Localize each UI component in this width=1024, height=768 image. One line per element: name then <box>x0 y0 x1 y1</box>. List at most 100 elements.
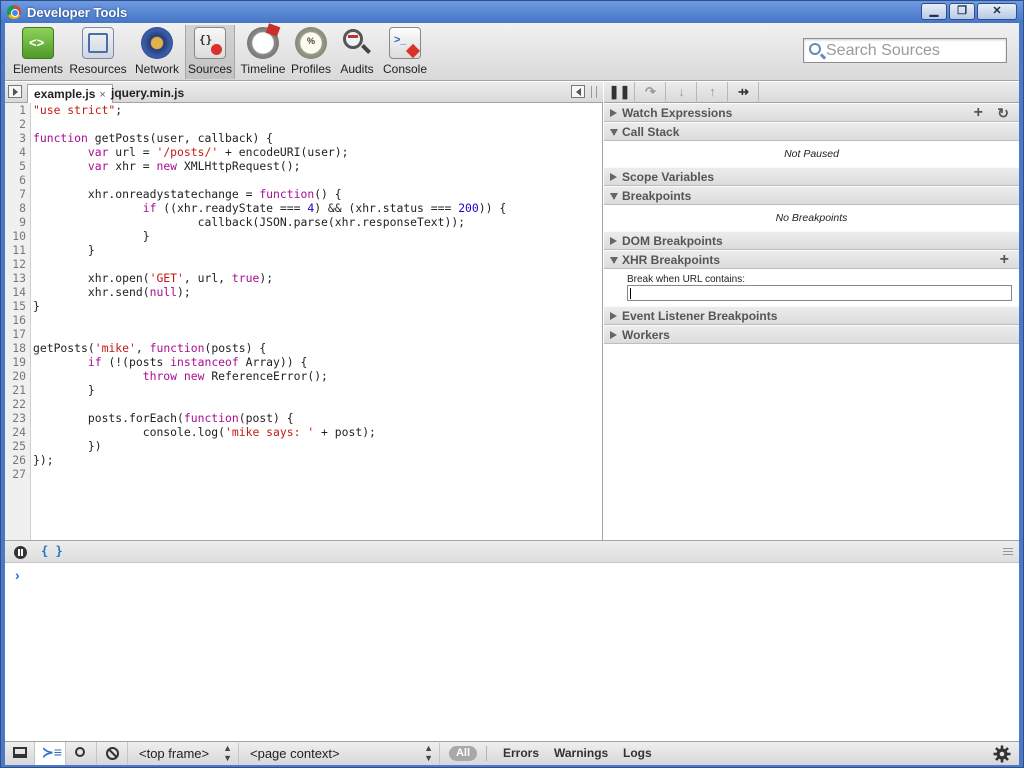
section-dom-breakpoints[interactable]: DOM Breakpoints <box>604 231 1019 250</box>
line-number[interactable]: 13 <box>5 271 26 285</box>
dock-icon <box>13 747 27 758</box>
drawer-grip-icon[interactable] <box>1003 548 1013 555</box>
tab-network[interactable]: Network <box>131 25 183 79</box>
pause-button[interactable]: ❚❚ <box>604 82 635 103</box>
xhr-field-label: Break when URL contains: <box>627 274 746 285</box>
code-text: console.log('mike says: ' + post); <box>33 425 376 439</box>
line-number[interactable]: 10 <box>5 229 26 243</box>
code-text: if (!(posts instanceof Array)) { <box>87 355 308 369</box>
line-number[interactable]: 3 <box>5 131 26 145</box>
line-number[interactable]: 9 <box>5 215 26 229</box>
title-bar[interactable]: Developer Tools ▁ ❐ ✕ <box>1 1 1023 23</box>
window-title: Developer Tools <box>27 5 128 20</box>
filter-all-badge[interactable]: All <box>449 746 477 761</box>
line-number[interactable]: 14 <box>5 285 26 299</box>
line-number[interactable]: 7 <box>5 187 26 201</box>
line-number[interactable]: 12 <box>5 257 26 271</box>
section-xhr-breakpoints[interactable]: XHR Breakpoints + <box>604 250 1019 269</box>
xhr-url-field[interactable] <box>627 285 1012 301</box>
search-input[interactable] <box>826 42 1002 60</box>
step-into-button[interactable]: ↓ <box>666 82 697 103</box>
maximize-button[interactable]: ❐ <box>949 3 975 20</box>
line-number[interactable]: 27 <box>5 467 26 481</box>
line-number[interactable]: 11 <box>5 243 26 257</box>
filter-logs[interactable]: Logs <box>623 746 652 760</box>
line-number[interactable]: 15 <box>5 299 26 313</box>
line-number[interactable]: 17 <box>5 327 26 341</box>
section-scope-variables[interactable]: Scope Variables <box>604 167 1019 186</box>
close-button[interactable]: ✕ <box>977 3 1017 20</box>
code-text: callback(JSON.parse(xhr.responseText)); <box>33 215 466 229</box>
call-stack-message: Not Paused <box>784 148 839 160</box>
section-event-listener-breakpoints[interactable]: Event Listener Breakpoints <box>604 306 1019 325</box>
code-text: var url = '/posts/' + encodeURI(user); <box>87 145 349 159</box>
deactivate-breakpoints-button[interactable]: ⇸ <box>728 82 759 103</box>
refresh-icon[interactable]: ↻ <box>997 104 1009 122</box>
line-number[interactable]: 22 <box>5 397 26 411</box>
expand-arrow-icon <box>610 237 617 245</box>
line-number[interactable]: 8 <box>5 201 26 215</box>
tab-profiles[interactable]: % Profiles <box>289 25 333 79</box>
code-text: getPosts('mike', function(posts) { <box>33 341 267 355</box>
clear-console-button[interactable] <box>97 742 128 765</box>
section-workers[interactable]: Workers <box>604 325 1019 344</box>
tab-jquery-min-js[interactable]: jquery.min.js <box>105 84 190 103</box>
search-sources-field[interactable] <box>803 38 1007 63</box>
line-number[interactable]: 20 <box>5 369 26 383</box>
elements-icon: <> <box>22 27 54 59</box>
pretty-print-button[interactable]: { } <box>41 544 63 558</box>
inspect-button[interactable] <box>66 742 97 765</box>
collapse-arrow-icon <box>610 193 618 200</box>
line-number[interactable]: 16 <box>5 313 26 327</box>
filter-warnings[interactable]: Warnings <box>554 746 608 760</box>
panel-toolbar: <> Elements Resources Network {} Sources… <box>5 23 1019 81</box>
tab-audits[interactable]: Audits <box>335 25 379 79</box>
resize-grip-icon[interactable] <box>591 85 597 98</box>
tab-example-js[interactable]: example.js × <box>27 84 113 103</box>
navigator-toggle-icon[interactable] <box>8 85 22 98</box>
gear-icon[interactable] <box>993 745 1011 763</box>
tab-timeline[interactable]: Timeline <box>237 23 289 79</box>
line-number[interactable]: 19 <box>5 355 26 369</box>
line-number[interactable]: 6 <box>5 173 26 187</box>
line-number[interactable]: 25 <box>5 439 26 453</box>
add-xhr-breakpoint-icon[interactable]: + <box>1000 251 1009 269</box>
line-number[interactable]: 5 <box>5 159 26 173</box>
code-text: }) <box>33 439 102 453</box>
step-over-button[interactable]: ↷ <box>635 82 666 103</box>
devtools-window: Developer Tools ▁ ❐ ✕ <> Elements Resour… <box>0 0 1024 768</box>
line-number[interactable]: 4 <box>5 145 26 159</box>
code-editor[interactable]: 1 "use strict"; 2 3 function getPosts(user, … <box>5 103 603 540</box>
tab-resources[interactable]: Resources <box>67 25 129 79</box>
show-console-button[interactable]: ≻≡ <box>35 742 66 765</box>
dock-button[interactable] <box>5 742 35 765</box>
step-out-button[interactable]: ↑ <box>697 82 728 103</box>
code-text: } <box>33 229 150 243</box>
select-arrows-icon: ▲ ▼ <box>424 743 433 763</box>
context-select[interactable]: <page context> ▲ ▼ <box>242 743 440 765</box>
debugger-toggle-icon[interactable] <box>571 85 585 98</box>
line-number[interactable]: 21 <box>5 383 26 397</box>
pause-on-exceptions-icon[interactable] <box>14 546 27 559</box>
minimize-button[interactable]: ▁ <box>921 3 947 20</box>
code-text: xhr.onreadystatechange = function() { <box>33 187 342 201</box>
console-drawer-icon: ≻≡ <box>42 744 62 760</box>
tab-console[interactable]: >_ Console <box>381 25 429 79</box>
line-number[interactable]: 23 <box>5 411 26 425</box>
step-out-icon: ↑ <box>709 84 716 99</box>
console-prompt[interactable]: › <box>15 567 20 583</box>
tab-elements[interactable]: <> Elements <box>11 25 65 79</box>
section-call-stack[interactable]: Call Stack <box>604 122 1019 141</box>
console-drawer[interactable]: › <box>5 563 1019 741</box>
frame-select[interactable]: <top frame> ▲ ▼ <box>131 743 239 765</box>
line-number[interactable]: 2 <box>5 117 26 131</box>
tab-sources[interactable]: {} Sources <box>185 25 235 79</box>
section-watch-expressions[interactable]: Watch Expressions + ↻ <box>604 103 1019 122</box>
line-number[interactable]: 26 <box>5 453 26 467</box>
add-watch-icon[interactable]: + <box>974 104 983 122</box>
section-breakpoints[interactable]: Breakpoints <box>604 186 1019 205</box>
line-number[interactable]: 18 <box>5 341 26 355</box>
filter-errors[interactable]: Errors <box>503 746 539 760</box>
line-number[interactable]: 24 <box>5 425 26 439</box>
line-number[interactable]: 1 <box>5 103 26 117</box>
